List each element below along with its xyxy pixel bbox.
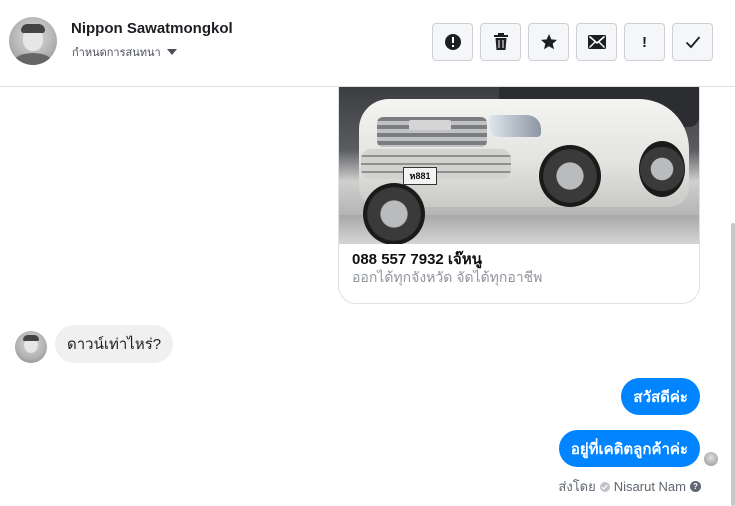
checkmark-icon xyxy=(685,36,700,49)
assign-label: กำหนดการสนทนา xyxy=(72,47,161,59)
chevron-down-icon xyxy=(166,49,177,55)
sender-name[interactable]: Nisarut Nam xyxy=(614,479,686,494)
exclamation-icon: ! xyxy=(642,33,647,51)
sent-by-prefix: ส่งโดย xyxy=(558,479,596,494)
truck-wheel xyxy=(539,145,601,207)
toolbar: ! xyxy=(432,23,713,61)
outgoing-message[interactable]: อยู่ที่เคดิตลูกค้าค่ะ xyxy=(558,430,700,467)
truck-wheel xyxy=(363,183,425,244)
envelope-icon xyxy=(587,35,606,49)
avatar-hair xyxy=(21,24,45,33)
contact-name[interactable]: Nippon Sawatmongkol xyxy=(71,20,233,37)
outgoing-message[interactable]: สวัสดีค่ะ xyxy=(621,378,700,415)
star-icon xyxy=(540,34,557,50)
mark-unread-button[interactable] xyxy=(576,23,617,61)
contact-avatar-small xyxy=(15,331,47,363)
assign-conversation-dropdown[interactable]: กำหนดการสนทนา xyxy=(72,43,177,61)
avatar-hair xyxy=(23,335,39,341)
mark-done-button[interactable] xyxy=(672,23,713,61)
follow-up-button[interactable]: ! xyxy=(624,23,665,61)
trash-icon xyxy=(493,33,508,50)
ad-card[interactable]: ห881 088 557 7932 เจ๊หนู ออกได้ทุกจังหวั… xyxy=(338,87,700,304)
star-button[interactable] xyxy=(528,23,569,61)
license-plate: ห881 xyxy=(403,167,437,185)
conversation-header: Nippon Sawatmongkol กำหนดการสนทนา ! xyxy=(0,0,735,87)
mark-spam-button[interactable] xyxy=(432,23,473,61)
seen-indicator-avatar xyxy=(704,452,718,466)
truck-badge xyxy=(409,120,451,130)
contact-avatar[interactable] xyxy=(9,17,57,65)
ad-card-image: ห881 xyxy=(339,87,699,244)
help-icon[interactable]: ? xyxy=(690,481,701,492)
avatar-shirt xyxy=(13,53,53,65)
incoming-message[interactable]: ดาวน์เท่าไหร่? xyxy=(55,325,174,363)
chat-scrollbar[interactable] xyxy=(731,223,735,506)
delete-button[interactable] xyxy=(480,23,521,61)
verified-check-icon xyxy=(599,481,610,492)
truck-wheel xyxy=(639,141,685,197)
alert-circle-icon xyxy=(444,34,461,50)
sent-by-info: ส่งโดย Nisarut Nam ? xyxy=(558,476,701,497)
ad-card-subtitle: ออกได้ทุกจังหวัด จัดได้ทุกอาชีพ xyxy=(352,269,543,285)
truck-headlight xyxy=(489,115,541,137)
